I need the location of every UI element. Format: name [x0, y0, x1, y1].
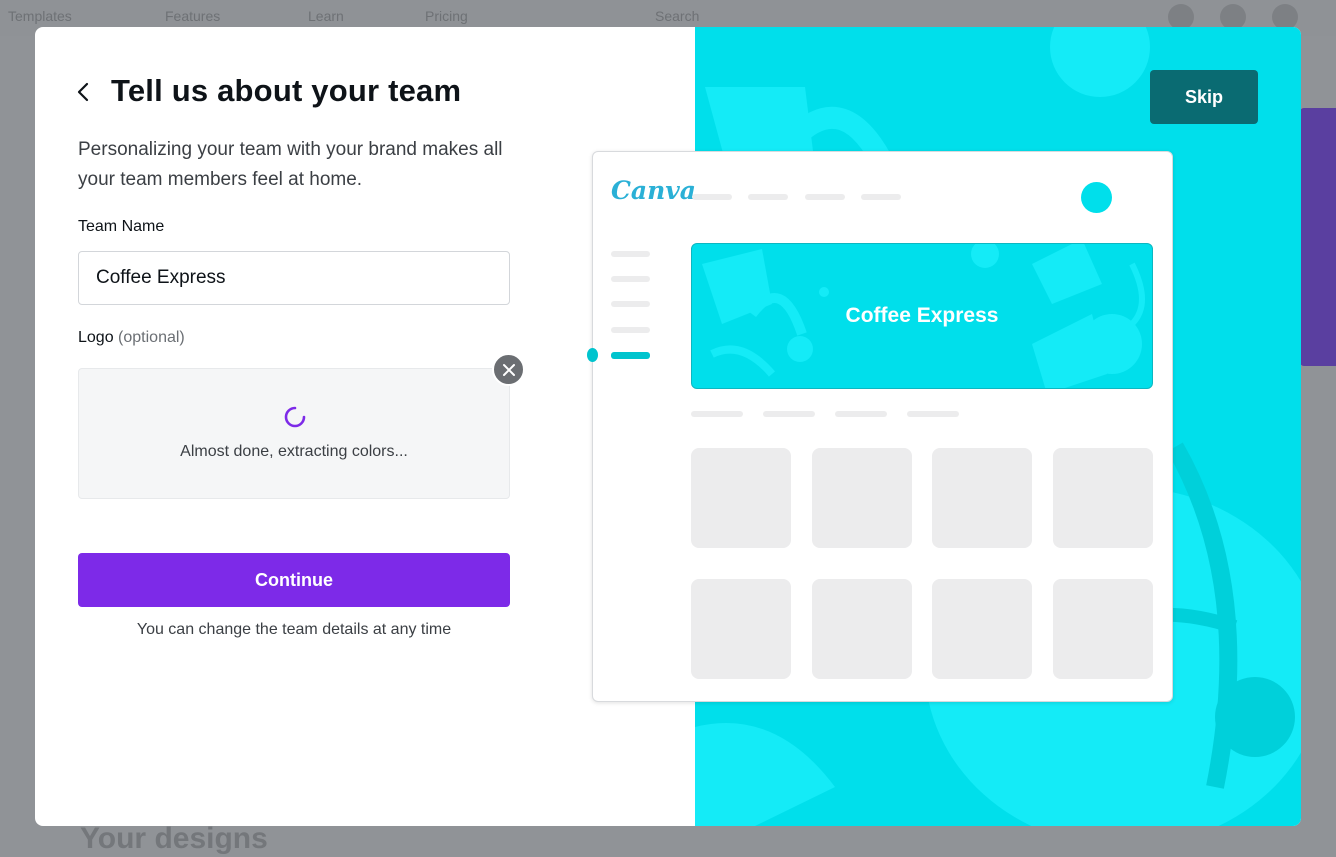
- description: Personalizing your team with your brand …: [78, 139, 503, 190]
- footnote-text: You can change the team details at any t…: [136, 621, 452, 638]
- mock-design-tile: [691, 579, 791, 679]
- logo-optional-text: (optional): [118, 329, 185, 346]
- chevron-left-icon: [77, 82, 89, 102]
- page-title: Tell us about your team: [111, 73, 462, 108]
- mock-tab-line: [835, 411, 887, 417]
- mock-design-tile: [932, 448, 1032, 548]
- logo-label: Logo (optional): [78, 329, 185, 347]
- mock-design-tile: [1053, 448, 1153, 548]
- preview-mockup: Canva Coffee Express: [587, 151, 1173, 702]
- mock-design-tile: [1053, 579, 1153, 679]
- mock-nav-line: [748, 194, 788, 200]
- team-setup-modal: Tell us about your team Personalizing yo…: [35, 27, 1301, 826]
- mock-sidebar-line: [611, 251, 650, 257]
- logo-label-text: Logo: [78, 329, 114, 346]
- mock-design-tile: [812, 448, 912, 548]
- mock-avatar: [1081, 182, 1112, 213]
- bg-purple-banner: [1300, 108, 1336, 366]
- mock-sidebar-indicator: [587, 348, 598, 362]
- mock-banner: Coffee Express: [691, 243, 1153, 389]
- mock-banner-title: Coffee Express: [845, 304, 999, 327]
- close-icon: [502, 363, 515, 376]
- mock-design-tile: [932, 579, 1032, 679]
- mock-tab-line: [763, 411, 815, 417]
- mock-sidebar-line: [611, 276, 650, 282]
- mock-design-tile: [691, 448, 791, 548]
- bg-your-designs-heading: Your designs: [80, 822, 268, 855]
- mock-sidebar-line: [611, 301, 650, 307]
- loading-spinner-icon: [284, 406, 306, 428]
- mock-tab-line: [907, 411, 959, 417]
- bg-nav-pricing: Pricing: [425, 8, 468, 24]
- canva-logo: Canva: [611, 176, 696, 205]
- bg-nav-learn: Learn: [308, 8, 344, 24]
- logo-upload-area[interactable]: Almost done, extracting colors...: [78, 368, 510, 499]
- team-name-input[interactable]: [78, 251, 510, 305]
- bg-search-placeholder: Search: [655, 8, 700, 24]
- mock-sidebar-line-active: [611, 352, 650, 359]
- mock-nav-line: [805, 194, 845, 200]
- mock-design-tile: [812, 579, 912, 679]
- mock-sidebar-line: [611, 327, 650, 333]
- team-name-label: Team Name: [78, 218, 165, 235]
- continue-button[interactable]: Continue: [78, 553, 510, 607]
- back-button[interactable]: [72, 77, 96, 107]
- logo-status-text: Almost done, extracting colors...: [180, 443, 408, 460]
- remove-logo-button[interactable]: [492, 353, 525, 386]
- skip-button[interactable]: Skip: [1150, 70, 1258, 124]
- bg-nav-templates: Templates: [8, 8, 72, 24]
- mock-tab-line: [691, 411, 743, 417]
- bg-nav-features: Features: [165, 8, 221, 24]
- mock-nav-line: [861, 194, 901, 200]
- mock-nav-line: [692, 194, 732, 200]
